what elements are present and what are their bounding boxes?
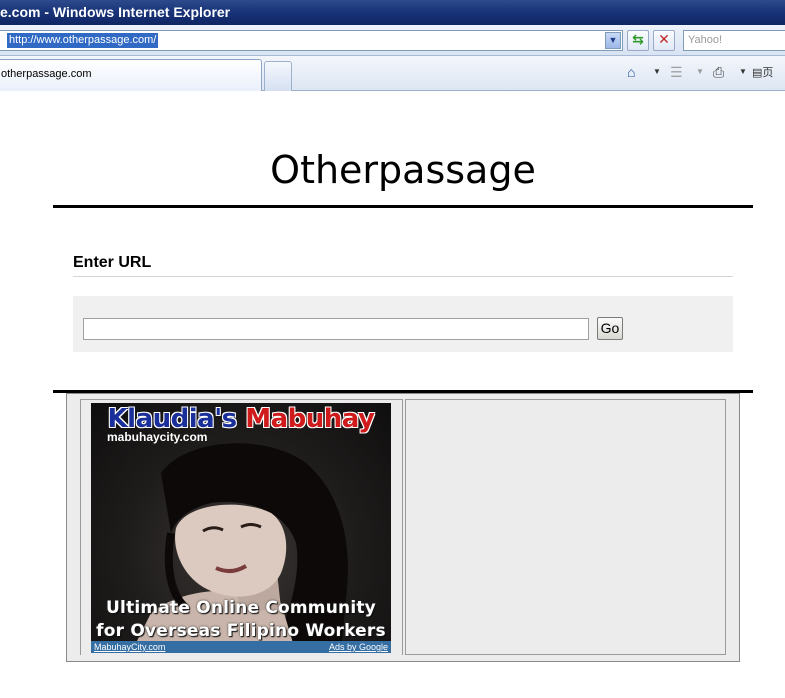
ad-container: Klaudia's Mabuhay mabuhaycity.com Ultima… (66, 393, 740, 662)
page-menu-label: 页 (762, 67, 774, 79)
address-dropdown-icon[interactable]: ▼ (605, 32, 621, 49)
stop-button[interactable]: ✕ (653, 30, 675, 51)
url-form: Go (73, 296, 733, 352)
refresh-icon: ⇆ (632, 32, 644, 48)
go-button[interactable]: Go (597, 317, 623, 340)
ads-by-google-link[interactable]: Ads by Google (329, 641, 388, 653)
section-underline (73, 276, 733, 277)
tab-label: otherpassage.com (1, 68, 92, 80)
ad-tagline-line1: Ultimate Online Community (106, 598, 376, 618)
refresh-button[interactable]: ⇆ (627, 30, 649, 51)
feed-dropdown-icon[interactable]: ▼ (696, 63, 704, 81)
ad-headline-part2: Mabuhay (245, 404, 375, 434)
ad-footer-site-link[interactable]: MabuhayCity.com (94, 641, 165, 653)
navigation-bar: http://www.otherpassage.com/ ▼ ⇆ ✕ Yahoo… (0, 25, 785, 56)
ad-tagline-line2: for Overseas Filipino Workers (96, 621, 386, 641)
ad-banner[interactable]: Klaudia's Mabuhay mabuhaycity.com Ultima… (91, 403, 391, 653)
home-icon[interactable]: ⌂ (627, 63, 635, 81)
ad-site-text: mabuhaycity.com (107, 430, 208, 444)
window-title: e.com - Windows Internet Explorer (0, 4, 231, 20)
site-title: Otherpassage (270, 148, 536, 192)
tab-otherpassage[interactable]: otherpassage.com (0, 59, 262, 91)
print-icon[interactable]: ⎙ (713, 63, 724, 81)
search-placeholder: Yahoo! (688, 34, 723, 46)
print-dropdown-icon[interactable]: ▼ (739, 63, 747, 81)
section-heading: Enter URL (73, 254, 152, 271)
search-box[interactable]: Yahoo! (683, 30, 785, 51)
stop-icon: ✕ (658, 32, 670, 48)
new-tab-button[interactable] (264, 61, 292, 91)
address-url[interactable]: http://www.otherpassage.com/ (7, 33, 159, 48)
address-bar[interactable]: http://www.otherpassage.com/ ▼ (0, 30, 623, 51)
home-dropdown-icon[interactable]: ▼ (653, 63, 661, 81)
page-icon: ▤ (752, 67, 763, 79)
window-title-bar: e.com - Windows Internet Explorer (0, 0, 785, 25)
ad-cell-right (405, 399, 726, 655)
url-input[interactable] (83, 318, 589, 340)
tab-bar: otherpassage.com (0, 56, 785, 91)
ad-footer: MabuhayCity.com Ads by Google (91, 641, 391, 653)
feed-icon[interactable]: ☰ (670, 63, 683, 81)
top-divider (53, 205, 753, 208)
page-menu[interactable]: ▤页 (752, 63, 773, 81)
